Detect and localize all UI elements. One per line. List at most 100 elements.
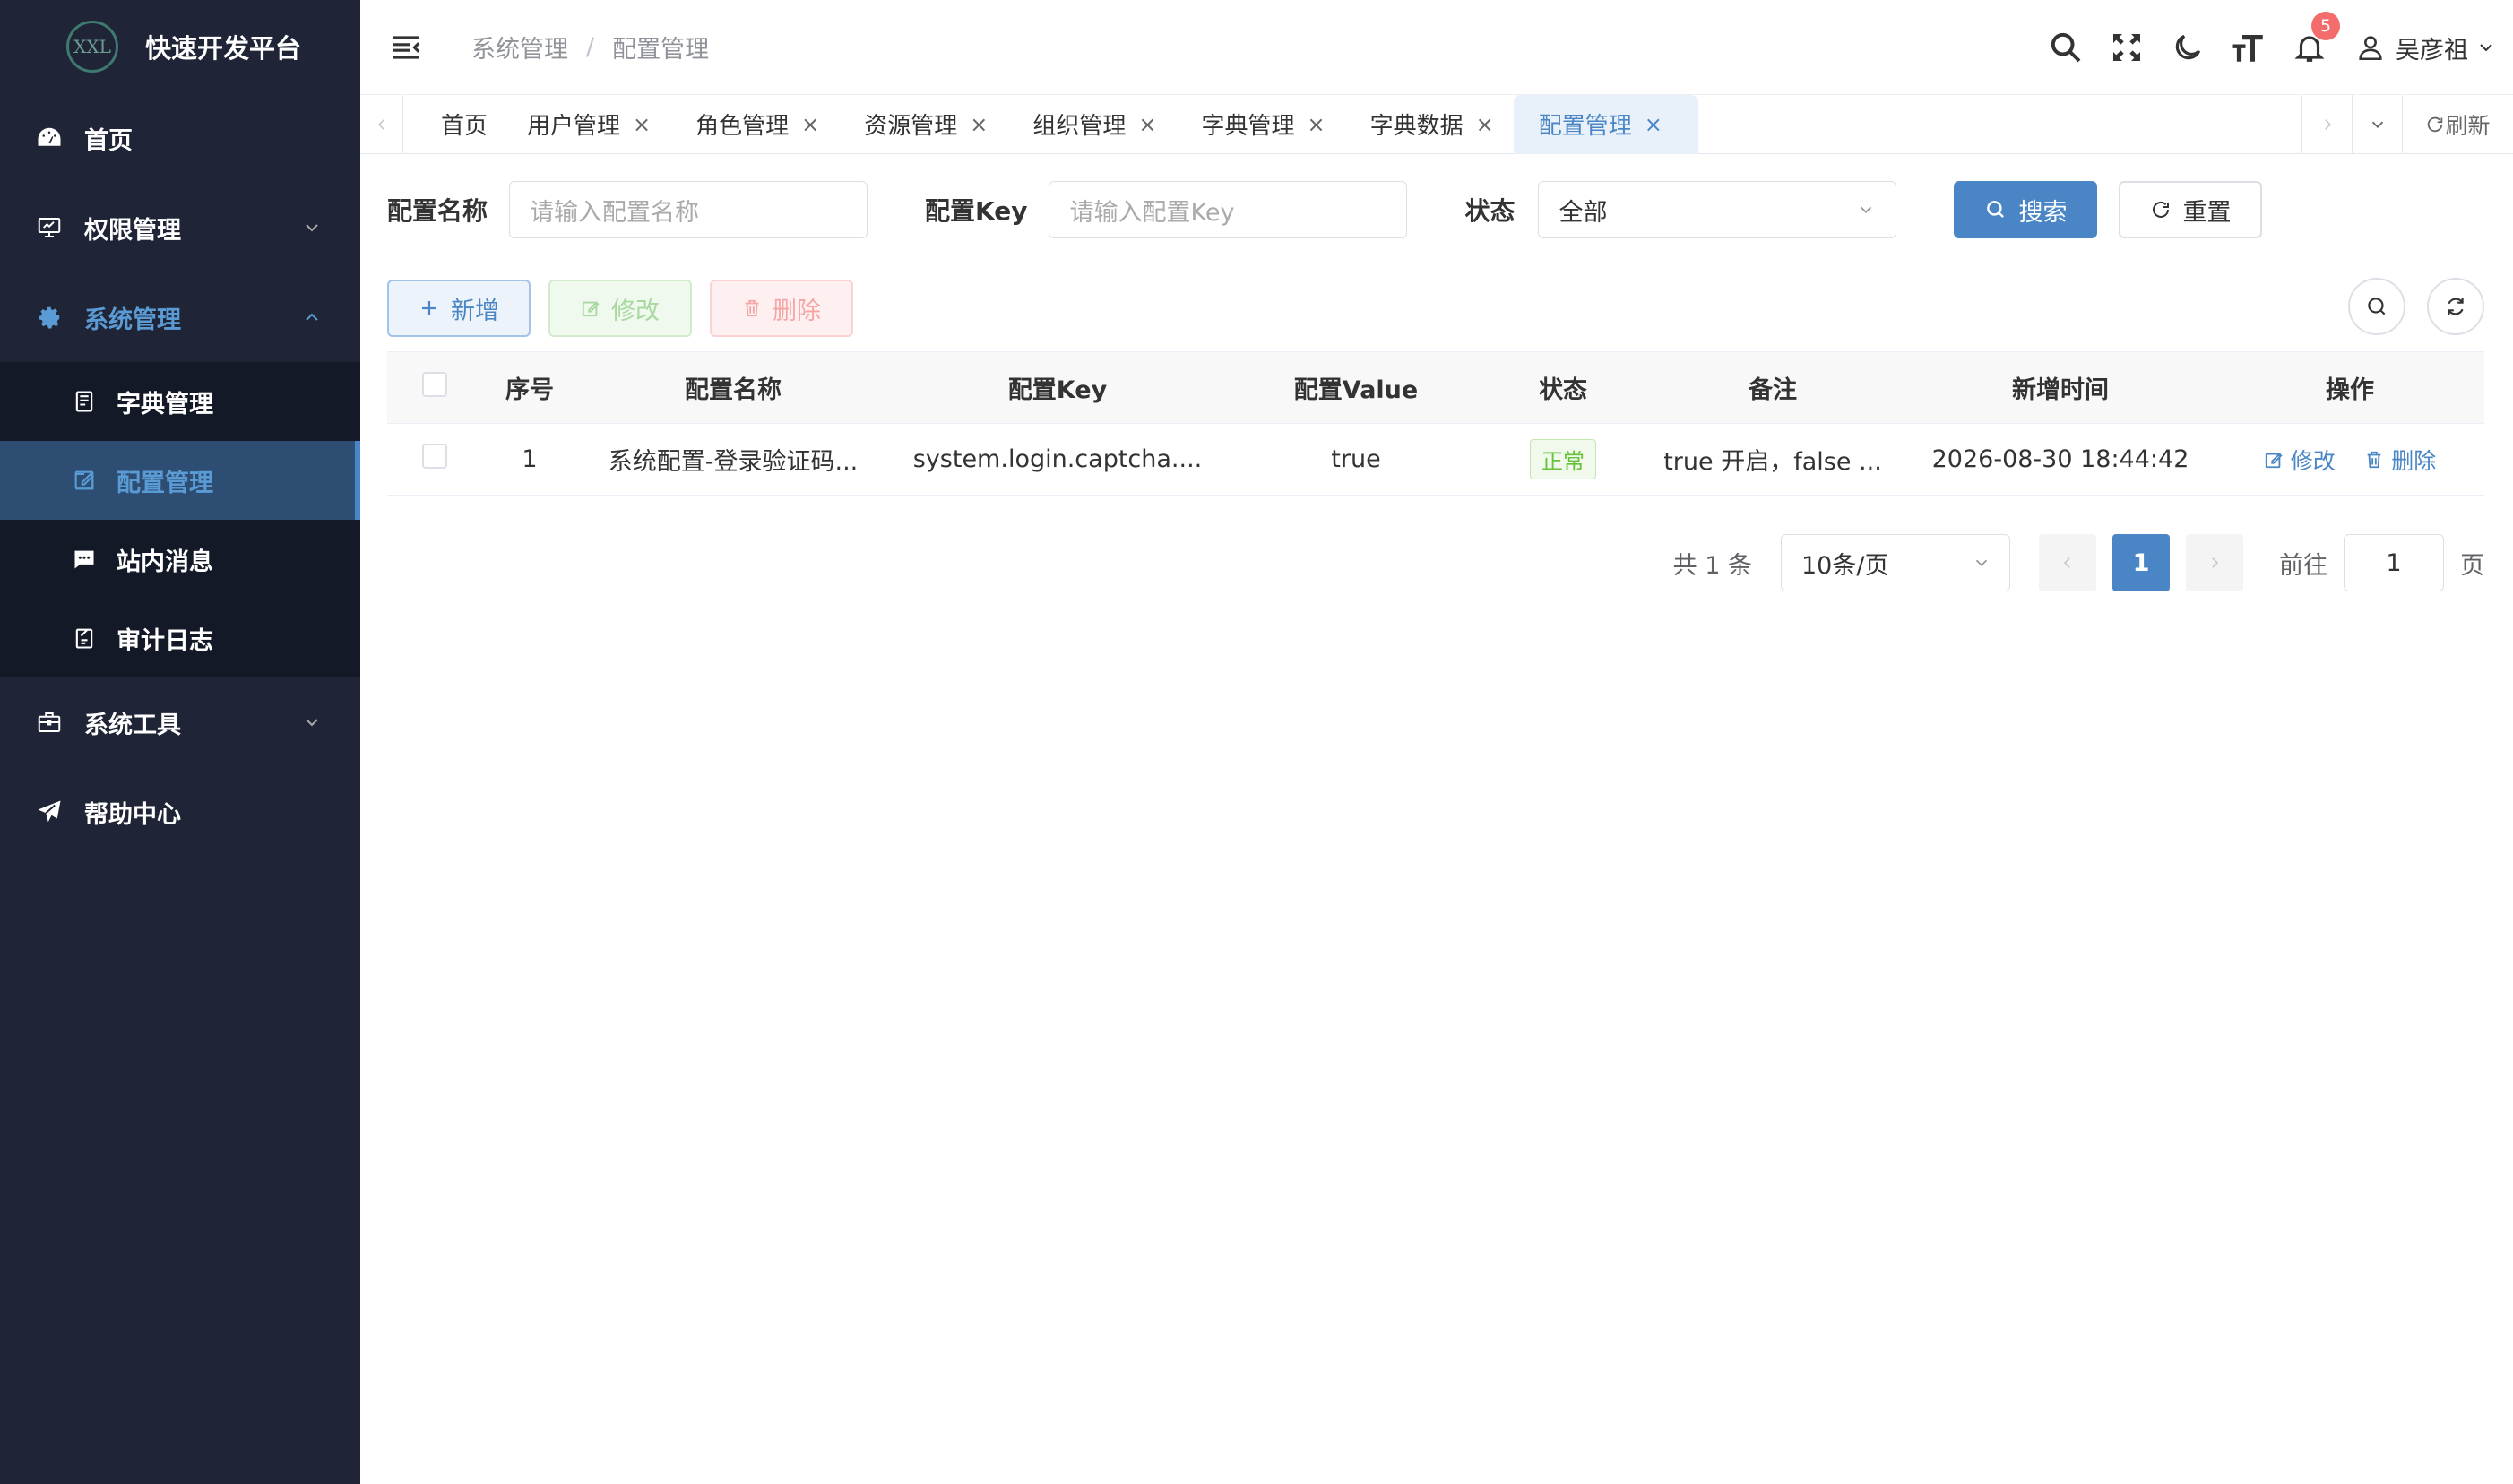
toolbox-icon <box>34 707 65 738</box>
column-header: 备注 <box>1749 376 1797 404</box>
status-select[interactable]: 全部 <box>1538 181 1897 238</box>
page-size-select[interactable]: 10条/页 <box>1781 534 2010 591</box>
breadcrumb-separator: / <box>586 33 595 61</box>
sidebar-item-permissions[interactable]: 权限管理 <box>0 183 360 272</box>
user-icon[interactable] <box>2351 28 2390 67</box>
user-name[interactable]: 吴彦祖 <box>2396 30 2468 65</box>
chevron-right-icon <box>2212 557 2219 568</box>
prev-page-button[interactable] <box>2039 534 2096 591</box>
app-root: XXL 快速开发平台 首页 权限管理 系统管理 字典管理 配置管理 站内消息 审… <box>0 0 2513 1484</box>
row-edit-link[interactable]: 修改 <box>2264 444 2336 476</box>
logo-row: XXL 快速开发平台 <box>0 0 360 93</box>
table-header: 序号 配置名称 配置Key 配置Value 状态 备注 新增时间 操作 <box>387 352 2484 424</box>
config-name-input[interactable]: 请输入配置名称 <box>509 181 868 238</box>
trash-icon <box>742 298 762 318</box>
tab-label: 字典数据 <box>1369 113 1464 140</box>
chevron-down-icon <box>1975 559 1988 567</box>
delete-button[interactable]: 删除 <box>710 280 853 337</box>
sidebar-item-label: 帮助中心 <box>84 800 181 829</box>
tab-close-icon[interactable]: × <box>1476 112 1494 137</box>
refresh-table-button[interactable] <box>2427 278 2484 335</box>
page-size-value: 10条/页 <box>1801 551 1889 580</box>
plus-icon <box>419 298 440 319</box>
tab-home[interactable]: 首页 <box>403 95 507 154</box>
config-name-label: 配置名称 <box>387 196 488 226</box>
refresh-icon <box>2150 199 2172 220</box>
sidebar-item-audit[interactable]: 审计日志 <box>0 599 360 677</box>
content: 配置名称 请输入配置名称 配置Key 请输入配置Key 状态 全部 搜索 重置 … <box>387 154 2484 630</box>
tab-users[interactable]: 用户管理 × <box>507 95 670 154</box>
goto-page-input[interactable]: 1 <box>2344 534 2444 591</box>
tabs-actions: 刷新 <box>2301 95 2513 154</box>
dark-mode-icon[interactable] <box>2168 28 2207 67</box>
bell-icon[interactable]: 5 <box>2290 12 2340 67</box>
add-button-label: 新增 <box>451 297 499 325</box>
tabs-scroll-left[interactable] <box>360 94 403 154</box>
tab-config[interactable]: 配置管理 × <box>1513 94 1698 154</box>
page-number-current[interactable]: 1 <box>2112 534 2170 591</box>
toggle-search-button[interactable] <box>2348 278 2405 335</box>
tab-org[interactable]: 组织管理 × <box>1007 95 1176 154</box>
delete-button-label: 删除 <box>773 297 821 325</box>
reset-button[interactable]: 重置 <box>2119 181 2263 238</box>
chevron-left-icon <box>2063 557 2070 568</box>
status-label: 状态 <box>1464 196 1516 226</box>
edit-button[interactable]: 修改 <box>548 280 692 337</box>
tabs-dropdown[interactable] <box>2352 95 2402 154</box>
tab-close-icon[interactable]: × <box>1308 112 1326 137</box>
breadcrumb-item[interactable]: 系统管理 <box>471 30 568 65</box>
sidebar-item-dict[interactable]: 字典管理 <box>0 362 360 441</box>
row-config-value: true <box>1331 445 1381 473</box>
tab-close-icon[interactable]: × <box>801 112 819 137</box>
column-header: 配置Key <box>1007 376 1108 404</box>
notification-badge: 5 <box>2311 12 2340 40</box>
tab-label: 首页 <box>441 113 488 140</box>
select-all-checkbox[interactable] <box>422 372 447 397</box>
search-icon[interactable] <box>2046 28 2086 67</box>
config-key-input[interactable]: 请输入配置Key <box>1049 181 1408 238</box>
sidebar-item-messages[interactable]: 站内消息 <box>0 520 360 599</box>
chevron-up-icon <box>306 313 318 321</box>
sidebar-item-help[interactable]: 帮助中心 <box>0 767 360 857</box>
menu-fold-icon[interactable] <box>389 30 423 65</box>
tab-close-icon[interactable]: × <box>1645 112 1662 137</box>
next-page-button[interactable] <box>2186 534 2243 591</box>
search-icon <box>1984 198 2008 221</box>
column-header: 状态 <box>1539 376 1587 404</box>
tab-roles[interactable]: 角色管理 × <box>670 95 839 154</box>
dashboard-icon <box>34 123 65 153</box>
message-icon <box>70 545 99 574</box>
font-size-icon[interactable] <box>2229 28 2268 67</box>
sidebar-item-tools[interactable]: 系统工具 <box>0 677 360 767</box>
reset-button-label: 重置 <box>2182 198 2232 227</box>
add-button[interactable]: 新增 <box>387 280 531 337</box>
row-delete-link[interactable]: 删除 <box>2364 444 2436 476</box>
row-edit-label: 修改 <box>2290 447 2336 474</box>
refresh-icon <box>2448 298 2464 315</box>
sidebar-item-home[interactable]: 首页 <box>0 93 360 183</box>
tab-close-icon[interactable]: × <box>633 112 651 137</box>
sidebar-item-system[interactable]: 系统管理 <box>0 272 360 362</box>
tab-dict-data[interactable]: 字典数据 × <box>1345 95 1514 154</box>
tab-label: 字典管理 <box>1201 113 1295 140</box>
fullscreen-icon[interactable] <box>2107 28 2146 67</box>
tab-dict[interactable]: 字典管理 × <box>1177 95 1345 154</box>
tab-close-icon[interactable]: × <box>970 112 988 137</box>
monitor-icon <box>34 212 65 243</box>
sidebar-item-label: 审计日志 <box>117 626 213 655</box>
tabs-scroll-right[interactable] <box>2301 95 2352 154</box>
chevron-down-icon[interactable] <box>2475 37 2497 58</box>
search-button[interactable]: 搜索 <box>1954 181 2098 238</box>
config-key-label: 配置Key <box>925 196 1028 226</box>
breadcrumb-item: 配置管理 <box>612 36 710 64</box>
sidebar-item-label: 字典管理 <box>117 390 213 418</box>
tabs-refresh[interactable]: 刷新 <box>2402 95 2513 154</box>
tab-resources[interactable]: 资源管理 × <box>839 95 1007 154</box>
tab-close-icon[interactable]: × <box>1138 112 1156 137</box>
sidebar: XXL 快速开发平台 首页 权限管理 系统管理 字典管理 配置管理 站内消息 审… <box>0 0 360 1484</box>
row-index: 1 <box>522 445 538 473</box>
table-row[interactable]: 1 系统配置-登录验证码... system.login.captcha....… <box>387 424 2484 496</box>
pagination-total: 共 1 条 <box>1672 551 1752 580</box>
sidebar-item-config[interactable]: 配置管理 <box>0 441 360 520</box>
row-checkbox[interactable] <box>422 444 447 469</box>
